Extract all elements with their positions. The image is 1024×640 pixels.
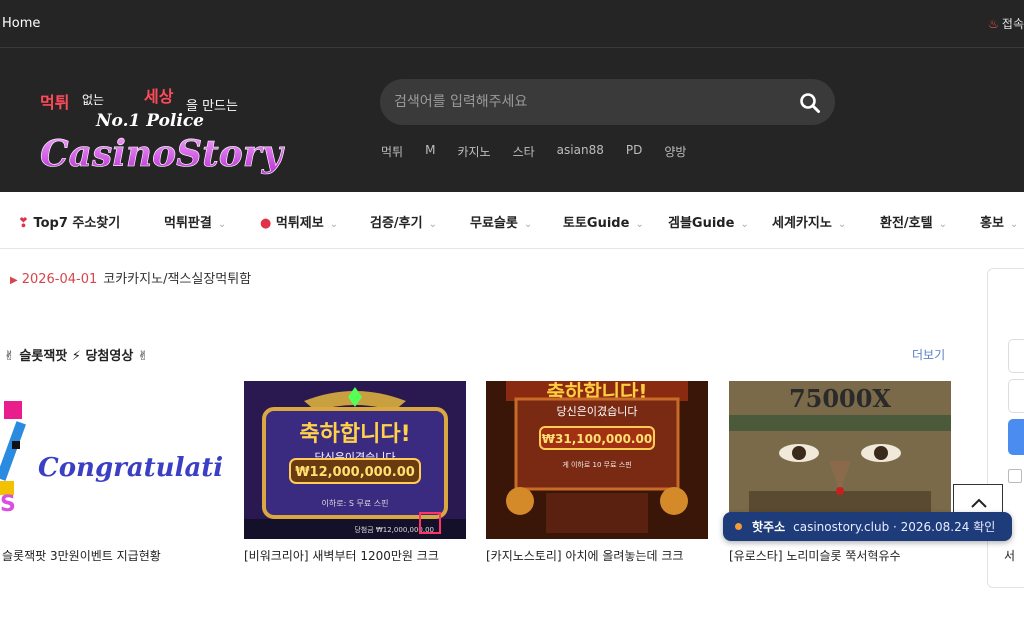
nav-label: 토토Guide — [563, 216, 630, 231]
connect-link[interactable]: ♨ 접속 — [988, 15, 1024, 32]
jackpot-title: 75000X — [789, 384, 891, 413]
nav-item-report[interactable]: ● 먹튀제보 ⌄ — [260, 212, 338, 231]
chevron-down-icon: ⌄ — [938, 219, 947, 230]
card-caption[interactable]: [카지노스토리] 아치에 올려놓는데 크크 — [486, 547, 708, 564]
chevron-down-icon: ⌄ — [740, 219, 749, 230]
congrats-text: Congratulati — [38, 453, 222, 483]
search-bar — [380, 79, 835, 125]
nav-item-review[interactable]: 검증/후기 ⌄ — [370, 212, 437, 231]
jackpot-spins: 게 이하로 10 무료 스핀 — [562, 460, 631, 469]
card-caption[interactable]: [비워크리아] 새벽부터 1200만원 크크 — [244, 547, 466, 564]
nav-item-free-slot[interactable]: 무료슬롯 ⌄ — [470, 212, 532, 231]
jackpot-subtitle: 당신은이겼습니다 — [557, 405, 638, 418]
keyword-link[interactable]: 먹튀 — [381, 143, 403, 160]
keyword-link[interactable]: 스타 — [513, 143, 535, 160]
nav-item-world-casino[interactable]: 세계카지노 ⌄ — [772, 212, 846, 231]
jackpot-title: 축하합니다! — [299, 421, 410, 447]
nav-label: Top7 주소찾기 — [33, 216, 121, 231]
congrats-image: Congratulati S — [0, 401, 222, 517]
section-title: ✌ 슬롯잭팟 ⚡ 당첨영상 ✌ — [4, 349, 149, 364]
jackpot-image: 축하합니다! 당신은이겼습니다 ₩31,100,000.00 게 이하로 10 … — [486, 381, 708, 539]
username-field[interactable] — [1008, 339, 1024, 373]
video-thumbnail[interactable]: 축하합니다! 당신은이겼습니다 ₩31,100,000.00 게 이하로 10 … — [486, 381, 708, 539]
nav-label: 겜블Guide — [668, 216, 735, 231]
video-thumbnail[interactable]: 축하합니다! 당신은이겼습니다 ₩12,000,000.00 이하로: S 무료… — [244, 381, 466, 539]
chevron-down-icon: ⌄ — [837, 219, 847, 230]
nav-label: 홍보 — [980, 216, 1004, 231]
video-thumbnail[interactable]: Congratulati S — [0, 381, 222, 539]
site-logo[interactable]: 먹튀 없는 세상 을 만드는 No.1 Police CasinoStory — [38, 88, 288, 178]
chevron-down-icon: ⌄ — [635, 219, 644, 230]
remember-checkbox[interactable] — [1008, 469, 1022, 483]
ticker-date: 2026-04-01 — [21, 272, 98, 287]
nav-label: 먹튀제보 — [275, 216, 324, 231]
logo-text-2: 없는 — [82, 93, 104, 107]
keyword-link[interactable]: 양방 — [664, 143, 686, 160]
jackpot-amount: ₩12,000,000.00 — [295, 465, 415, 480]
keyword-link[interactable]: PD — [626, 143, 642, 160]
logo-text-1: 먹튀 — [40, 93, 69, 112]
logo-text-5: No.1 Police — [95, 111, 204, 131]
siren-icon: ● — [260, 216, 272, 231]
jackpot-image: 축하합니다! 당신은이겼습니다 ₩12,000,000.00 이하로: S 무료… — [244, 381, 466, 539]
search-icon[interactable] — [799, 92, 821, 114]
heart-icon: ❣ — [18, 216, 29, 231]
chevron-down-icon: ⌄ — [428, 219, 437, 230]
site-header: 먹튀 없는 세상 을 만드는 No.1 Police CasinoStory 먹… — [0, 48, 1024, 192]
top-bar: Home ♨ 접속 — [0, 0, 1024, 48]
connect-label: 접속 — [1001, 17, 1024, 31]
main-nav: ❣ Top7 주소찾기 먹튀판결 ⌄ ● 먹튀제보 ⌄ 검증/후기 ⌄ 무료슬롯 ⌄ 토… — [0, 192, 1024, 249]
nav-item-top7[interactable]: ❣ Top7 주소찾기 — [18, 212, 120, 231]
keyword-link[interactable]: 카지노 — [457, 143, 490, 160]
nav-label: 세계카지노 — [772, 216, 832, 231]
chevron-down-icon: ⌄ — [523, 219, 533, 230]
card-caption[interactable]: [유로스타] 노리미슬롯 쭉서혁유수 — [729, 547, 951, 564]
jackpot-spins: 이하로: S 무료 스핀 — [322, 498, 389, 508]
home-link[interactable]: Home — [2, 16, 40, 31]
jackpot-amount: ₩31,100,000.00 — [542, 432, 652, 446]
chevron-down-icon: ⌄ — [1009, 219, 1019, 230]
card-caption[interactable]: 슬롯잭팟 3만원이벤트 지급현황 — [2, 547, 224, 564]
fire-icon: ♨ — [988, 17, 999, 31]
nav-label: 무료슬롯 — [470, 216, 518, 231]
nav-item-exchange-hotel[interactable]: 환전/호텔 ⌄ — [880, 212, 947, 231]
ticker-text: 코카카지노/잭스실장먹튀함 — [103, 272, 252, 287]
password-field[interactable] — [1008, 379, 1024, 413]
nav-label: 환전/호텔 — [880, 216, 933, 231]
notice-label: 핫주소 — [752, 520, 786, 534]
nav-label: 먹튀판결 — [164, 216, 212, 231]
login-button[interactable] — [1008, 419, 1024, 455]
logo-text-3: 세상 — [144, 88, 174, 106]
nav-item-gamble-guide[interactable]: 겜블Guide ⌄ — [668, 212, 749, 231]
keyword-link[interactable]: M — [425, 143, 435, 160]
play-icon: ▶ — [10, 275, 18, 286]
news-ticker[interactable]: ▶ 2026-04-01 코카카지노/잭스실장먹튀함 — [10, 268, 251, 287]
keyword-list: 먹튀 M 카지노 스타 asian88 PD 양방 — [381, 143, 708, 160]
side-caption: 서 — [1004, 549, 1016, 563]
nav-item-verdict[interactable]: 먹튀판결 ⌄ — [164, 212, 226, 231]
chevron-down-icon: ⌄ — [329, 219, 339, 230]
nav-item-toto-guide[interactable]: 토토Guide ⌄ — [563, 212, 644, 231]
logo-brand: CasinoStory — [40, 133, 285, 175]
notice-text: casinostory.club · 2026.08.24 확인 — [793, 520, 996, 534]
keyword-link[interactable]: asian88 — [557, 143, 604, 160]
nav-label: 검증/후기 — [370, 216, 423, 231]
svg-text:S: S — [0, 492, 16, 517]
more-link[interactable]: 더보기 — [912, 346, 945, 363]
nav-item-promo[interactable]: 홍보 ⌄ — [980, 212, 1018, 231]
status-dot-icon — [735, 523, 742, 530]
hot-address-notice[interactable]: 핫주소 casinostory.club · 2026.08.24 확인 — [723, 512, 1012, 541]
search-input[interactable] — [394, 79, 784, 125]
chevron-down-icon: ⌄ — [217, 219, 227, 230]
